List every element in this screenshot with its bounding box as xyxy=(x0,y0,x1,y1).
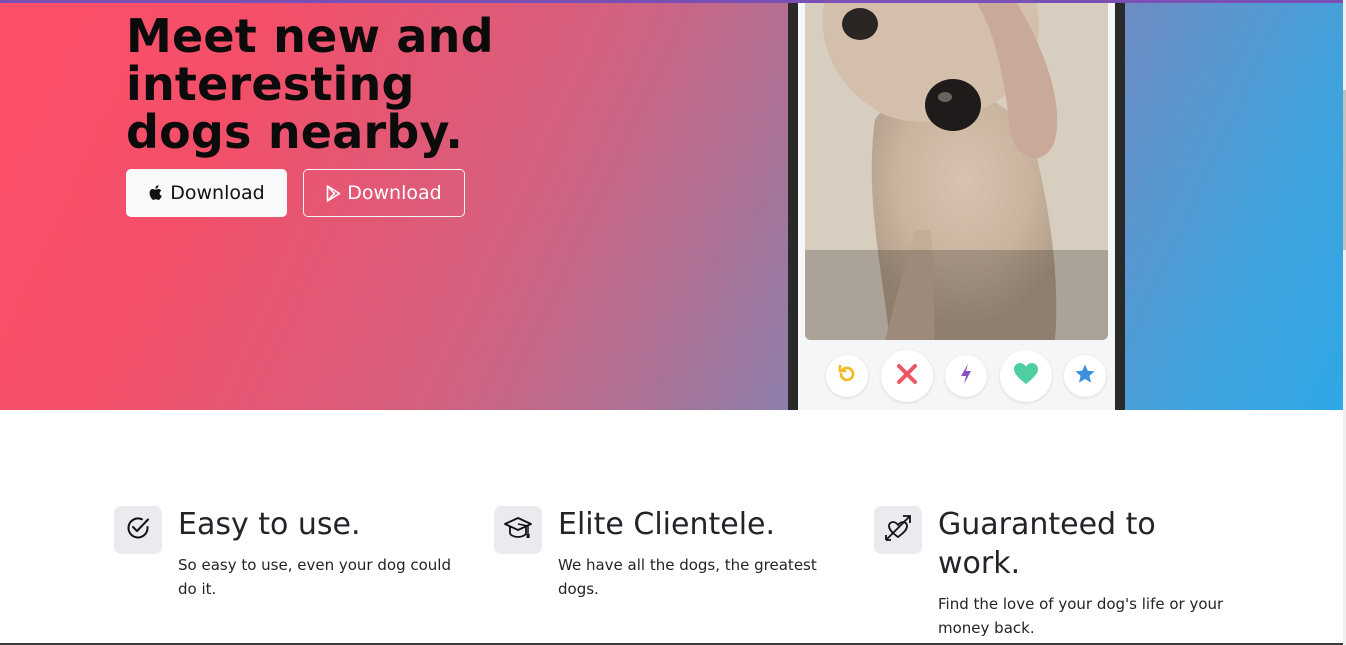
check-circle-icon xyxy=(125,515,151,545)
feature-description: So easy to use, even your dog could do i… xyxy=(178,556,451,598)
apple-download-label: Download xyxy=(170,182,265,204)
rewind-button[interactable] xyxy=(826,355,868,397)
google-play-download-label: Download xyxy=(347,182,442,204)
rewind-icon xyxy=(836,363,858,389)
feature-description: We have all the dogs, the greatest dogs. xyxy=(558,556,817,598)
apple-download-button[interactable]: Download xyxy=(126,169,287,217)
graduation-cap-icon xyxy=(503,515,533,545)
hero-headline: Meet new and interesting dogs nearby. xyxy=(126,9,494,159)
feature-description: Find the love of your dog's life or your… xyxy=(938,595,1224,637)
google-play-download-button[interactable]: Download xyxy=(303,169,465,217)
nope-button[interactable] xyxy=(881,350,933,402)
dog-profile-photo xyxy=(805,0,1108,340)
swipe-actions-bar xyxy=(798,350,1115,402)
phone-screen xyxy=(798,0,1115,410)
feature-title: Easy to use. xyxy=(178,507,361,542)
google-play-icon xyxy=(326,184,341,202)
feature-icon-badge xyxy=(874,506,922,554)
super-like-star-icon xyxy=(1074,363,1096,389)
top-accent-line xyxy=(0,0,1346,3)
like-button[interactable] xyxy=(1000,350,1052,402)
phone-mockup xyxy=(788,0,1125,410)
boost-bolt-icon xyxy=(958,363,974,389)
nope-x-icon xyxy=(896,363,918,389)
feature-icon-badge xyxy=(114,506,162,554)
like-heart-icon xyxy=(1013,362,1039,390)
heart-arrow-icon xyxy=(883,513,913,547)
apple-icon xyxy=(148,184,164,202)
hero-section: Meet new and interesting dogs nearby. Do… xyxy=(0,0,1343,410)
super-like-button[interactable] xyxy=(1064,355,1106,397)
feature-title: Guaranteed to work. xyxy=(938,507,1156,581)
feature-title: Elite Clientele. xyxy=(558,507,776,542)
feature-icon-badge xyxy=(494,506,542,554)
boost-button[interactable] xyxy=(945,355,987,397)
